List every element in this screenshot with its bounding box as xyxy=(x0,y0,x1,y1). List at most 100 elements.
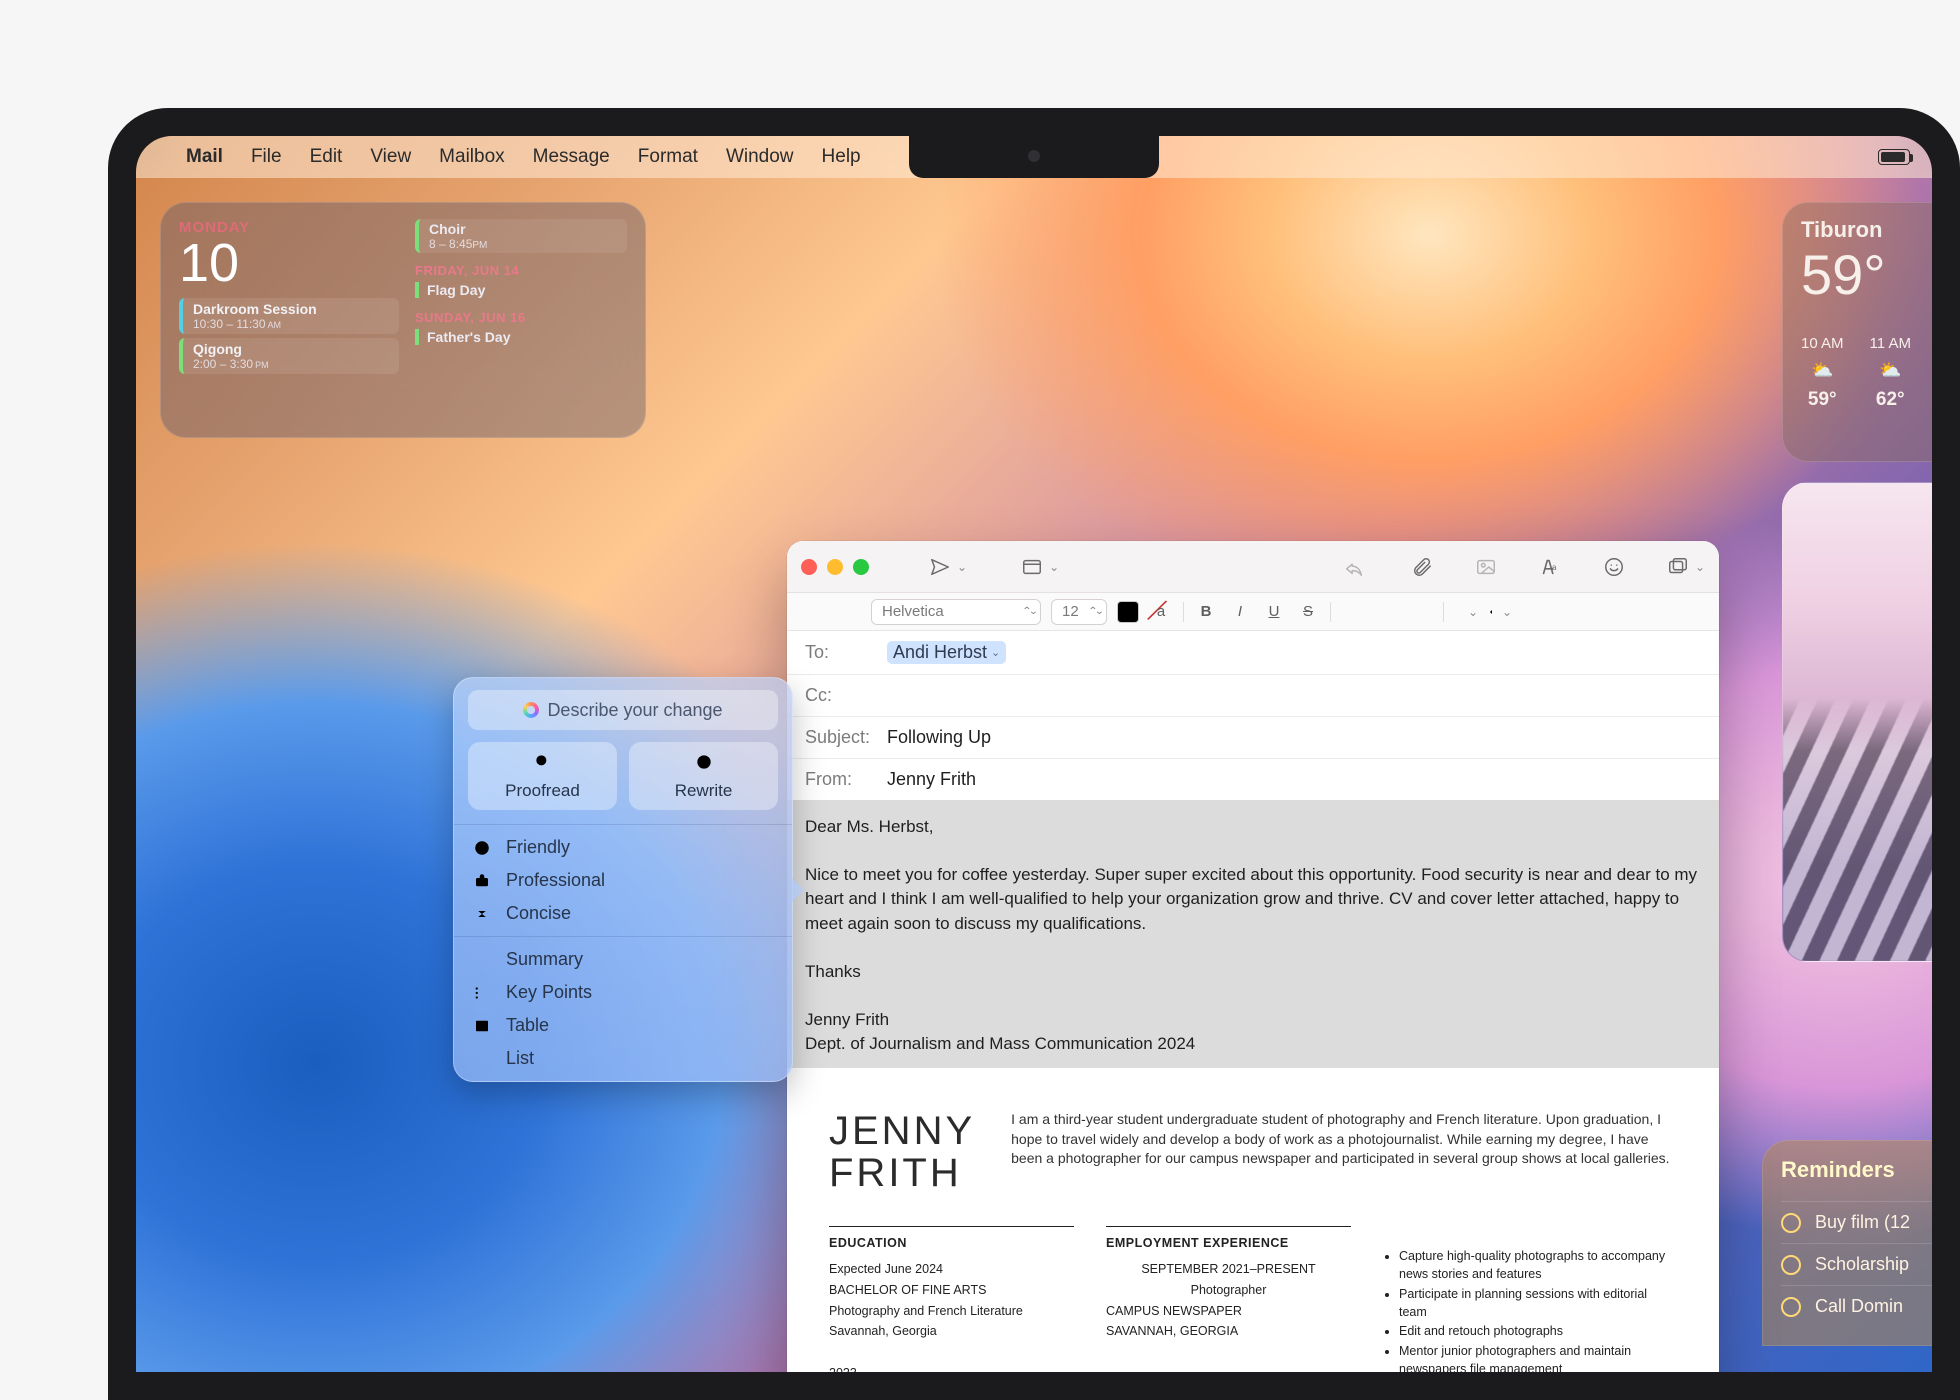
list-icon xyxy=(472,1050,492,1068)
header-fields-dropdown[interactable]: ⌄ xyxy=(1049,560,1059,574)
window-titlebar: ⌄ ⌄ xyxy=(787,541,1719,593)
from-row: From: Jenny Frith xyxy=(787,759,1719,800)
italic-button[interactable]: I xyxy=(1228,600,1252,624)
reminders-widget[interactable]: Reminders Buy film (12 Scholarship Call … xyxy=(1762,1140,1932,1346)
sparkle-icon xyxy=(523,702,539,718)
reminders-title: Reminders xyxy=(1781,1157,1932,1183)
transform-keypoints[interactable]: Key Points xyxy=(454,976,792,1009)
describe-change-input[interactable]: Describe your change xyxy=(468,690,778,730)
reminder-checkbox[interactable] xyxy=(1781,1213,1801,1233)
calendar-event[interactable]: Flag Day xyxy=(415,282,627,298)
resume-intro: I am a third-year student undergraduate … xyxy=(1011,1110,1677,1194)
header-fields-button[interactable] xyxy=(1017,552,1047,582)
format-button[interactable]: a xyxy=(1535,552,1565,582)
macbook-frame: Mail File Edit View Mailbox Message Form… xyxy=(108,108,1960,1400)
text-color-reset[interactable]: ╱ a xyxy=(1149,600,1173,624)
indent-button[interactable]: ⌄ xyxy=(1488,600,1512,624)
calendar-event[interactable]: Father's Day xyxy=(415,329,627,345)
align-right-button[interactable] xyxy=(1409,600,1433,624)
calendar-event[interactable]: Qigong 2:00 – 3:30PM xyxy=(179,338,399,374)
menu-view[interactable]: View xyxy=(370,146,411,168)
align-center-button[interactable] xyxy=(1375,600,1399,624)
battery-status-icon[interactable] xyxy=(1878,149,1910,165)
partly-cloudy-icon: ⛅ xyxy=(1879,360,1901,381)
weather-location: Tiburon xyxy=(1801,217,1932,243)
subject-row: Subject: Following Up xyxy=(787,717,1719,759)
transform-summary[interactable]: Summary xyxy=(454,943,792,976)
subject-field[interactable]: Following Up xyxy=(887,727,991,748)
photo-browser-button[interactable] xyxy=(1663,552,1693,582)
compose-body[interactable]: Dear Ms. Herbst, Nice to meet you for co… xyxy=(787,801,1719,1372)
send-later-dropdown[interactable]: ⌄ xyxy=(957,560,967,574)
reminder-item[interactable]: Call Domin xyxy=(1781,1285,1932,1327)
app-menu[interactable]: Mail xyxy=(186,146,223,168)
screen: Mail File Edit View Mailbox Message Form… xyxy=(136,136,1932,1372)
menu-file[interactable]: File xyxy=(251,146,282,168)
tone-concise[interactable]: Concise xyxy=(454,897,792,930)
table-icon xyxy=(472,1017,492,1035)
popover-pointer xyxy=(792,878,804,902)
calendar-event[interactable]: Darkroom Session 10:30 – 11:30AM xyxy=(179,298,399,334)
reminder-checkbox[interactable] xyxy=(1781,1297,1801,1317)
rewrite-button[interactable]: Rewrite xyxy=(629,742,778,810)
partly-cloudy-icon: ⛅ xyxy=(1811,360,1833,381)
menu-help[interactable]: Help xyxy=(822,146,861,168)
recipient-token[interactable]: Andi Herbst⌄ xyxy=(887,641,1006,664)
calendar-widget[interactable]: MONDAY 10 Darkroom Session 10:30 – 11:30… xyxy=(160,202,646,438)
attach-button[interactable] xyxy=(1407,552,1437,582)
reminder-item[interactable]: Buy film (12 xyxy=(1781,1201,1932,1243)
photo-browser-dropdown[interactable]: ⌄ xyxy=(1695,560,1705,574)
calendar-date: 10 xyxy=(179,236,399,290)
from-field[interactable]: Jenny Frith xyxy=(887,769,976,790)
close-window-button[interactable] xyxy=(801,559,817,575)
emoji-button[interactable] xyxy=(1599,552,1629,582)
tone-friendly[interactable]: Friendly xyxy=(454,831,792,864)
display-notch xyxy=(909,136,1159,178)
insert-photo-button[interactable] xyxy=(1471,552,1501,582)
format-bar: Helvetica 12 ╱ a B I U S ⌄ ⌄ xyxy=(787,593,1719,631)
reply-button[interactable] xyxy=(1339,552,1369,582)
reminder-checkbox[interactable] xyxy=(1781,1255,1801,1275)
text-color-swatch[interactable] xyxy=(1117,601,1139,623)
writing-tools-popover: Describe your change Proofread Rewrite xyxy=(453,677,793,1082)
weather-temperature: 59° xyxy=(1801,247,1932,303)
keypoints-icon xyxy=(472,984,492,1002)
weather-hour: 11 AM ⛅ 62° xyxy=(1870,335,1911,411)
send-button[interactable] xyxy=(925,552,955,582)
weather-hour: 10 AM ⛅ 59° xyxy=(1801,335,1844,411)
cc-row: Cc: xyxy=(787,675,1719,717)
font-family-select[interactable]: Helvetica xyxy=(871,599,1041,625)
rewrite-icon xyxy=(694,752,714,777)
minimize-window-button[interactable] xyxy=(827,559,843,575)
font-size-select[interactable]: 12 xyxy=(1051,599,1107,625)
attachment-preview[interactable]: JENNY FRITH I am a third-year student un… xyxy=(805,1092,1701,1372)
transform-table[interactable]: Table xyxy=(454,1009,792,1042)
menu-format[interactable]: Format xyxy=(638,146,698,168)
lists-button[interactable]: ⌄ xyxy=(1454,600,1478,624)
calendar-event[interactable]: Choir 8 – 8:45PM xyxy=(415,219,627,253)
bold-button[interactable]: B xyxy=(1194,600,1218,624)
selected-body-text[interactable]: Dear Ms. Herbst, Nice to meet you for co… xyxy=(787,801,1719,1068)
strike-button[interactable]: S xyxy=(1296,600,1320,624)
resume-name: JENNY FRITH xyxy=(829,1110,975,1194)
magnifier-icon xyxy=(533,752,553,777)
compress-icon xyxy=(472,905,492,923)
smile-icon xyxy=(472,839,492,857)
underline-button[interactable]: U xyxy=(1262,600,1286,624)
menu-message[interactable]: Message xyxy=(533,146,610,168)
weather-widget[interactable]: Tiburon 59° 10 AM ⛅ 59° 11 AM ⛅ 62° xyxy=(1782,202,1932,462)
transform-list[interactable]: List xyxy=(454,1042,792,1075)
menu-edit[interactable]: Edit xyxy=(310,146,343,168)
menu-window[interactable]: Window xyxy=(726,146,794,168)
zoom-window-button[interactable] xyxy=(853,559,869,575)
reminder-item[interactable]: Scholarship xyxy=(1781,1243,1932,1285)
summary-icon xyxy=(472,951,492,969)
proofread-button[interactable]: Proofread xyxy=(468,742,617,810)
tone-professional[interactable]: Professional xyxy=(454,864,792,897)
photos-widget[interactable] xyxy=(1782,482,1932,962)
chevron-down-icon: ⌄ xyxy=(991,646,1000,659)
align-left-button[interactable] xyxy=(1341,600,1365,624)
to-row: To: Andi Herbst⌄ xyxy=(787,631,1719,675)
briefcase-icon xyxy=(472,872,492,890)
menu-mailbox[interactable]: Mailbox xyxy=(439,146,504,168)
